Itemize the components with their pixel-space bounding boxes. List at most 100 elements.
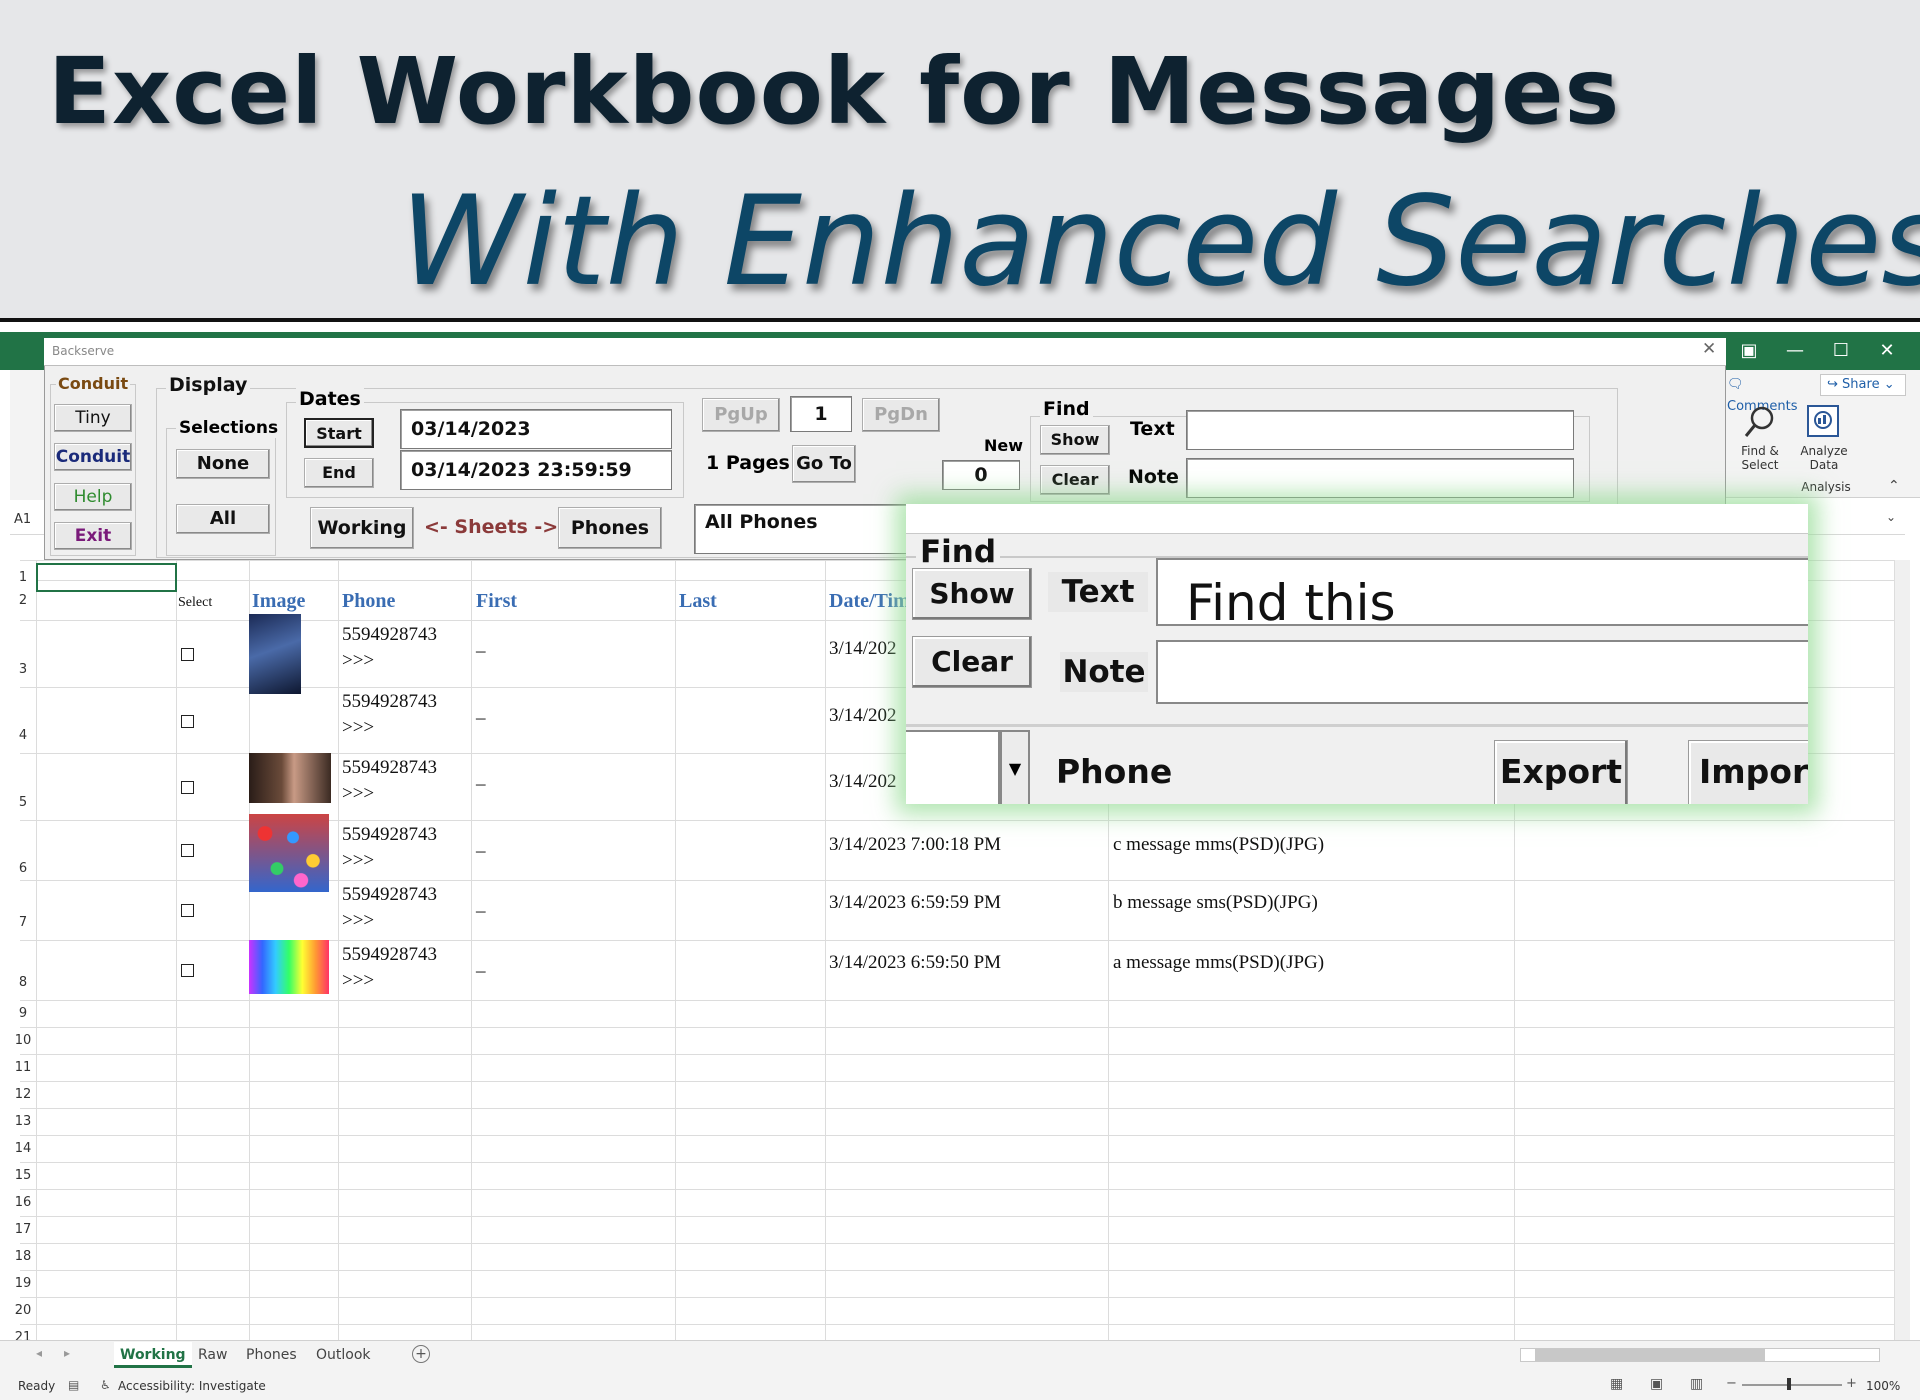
zoom-in-icon[interactable]: +	[1846, 1376, 1857, 1391]
phone-cell[interactable]: 5594928743	[342, 691, 437, 713]
phones-dropdown[interactable]: All Phones	[694, 504, 914, 554]
row-header[interactable]: 13	[10, 1114, 36, 1129]
row-header[interactable]: 7	[10, 915, 36, 930]
row-header[interactable]: 19	[10, 1276, 36, 1291]
message-thumbnail[interactable]	[249, 614, 301, 694]
select-checkbox[interactable]	[181, 715, 194, 728]
row-header[interactable]: 3	[10, 662, 36, 677]
name-box[interactable]: A1	[14, 509, 44, 531]
zoom-phone-dropdown[interactable]	[906, 730, 1000, 804]
row-header[interactable]: 5	[10, 795, 36, 810]
first-name-cell[interactable]: _	[476, 834, 486, 856]
expand-formula-icon[interactable]: ⌄	[1886, 510, 1896, 524]
datetime-cell[interactable]: 3/14/202	[829, 771, 897, 793]
zoom-import-button[interactable]: Import	[1688, 740, 1808, 804]
first-name-cell[interactable]: _	[476, 894, 486, 916]
zoom-slider[interactable]	[1742, 1384, 1842, 1386]
row-header[interactable]: 11	[10, 1060, 36, 1075]
message-thumbnail[interactable]	[249, 814, 329, 892]
page-up-button[interactable]: PgUp	[702, 398, 780, 432]
find-text-field[interactable]	[1186, 410, 1574, 450]
help-button[interactable]: Help	[54, 483, 132, 511]
first-name-cell[interactable]: _	[476, 767, 486, 789]
collapse-ribbon-icon[interactable]: ⌃	[1888, 478, 1900, 494]
datetime-cell[interactable]: 3/14/2023 6:59:50 PM	[829, 952, 1001, 974]
phones-sheet-button[interactable]: Phones	[558, 507, 662, 549]
ribbon-display-icon[interactable]: ▣	[1726, 332, 1772, 370]
tiny-button[interactable]: Tiny	[54, 404, 132, 432]
sheet-tab-raw[interactable]: Raw	[192, 1342, 233, 1368]
row-header[interactable]: 1	[10, 570, 36, 585]
row-header[interactable]: 15	[10, 1168, 36, 1183]
message-cell[interactable]: b message sms(PSD)(JPG)	[1113, 892, 1318, 914]
first-name-cell[interactable]: _	[476, 701, 486, 723]
select-checkbox[interactable]	[181, 781, 194, 794]
find-clear-button[interactable]: Clear	[1040, 465, 1110, 495]
sheet-tab-working[interactable]: Working	[114, 1342, 192, 1368]
zoom-note-field[interactable]	[1156, 640, 1808, 704]
datetime-cell[interactable]: 3/14/202	[829, 638, 897, 660]
datetime-cell[interactable]: 3/14/2023 7:00:18 PM	[829, 834, 1001, 856]
row-header[interactable]: 6	[10, 861, 36, 876]
sheet-tab-outlook[interactable]: Outlook	[310, 1342, 377, 1368]
phone-cell[interactable]: 5594928743	[342, 624, 437, 646]
phone-cell[interactable]: 5594928743	[342, 824, 437, 846]
accessibility-icon[interactable]: ♿	[100, 1378, 111, 1392]
scroll-thumb[interactable]	[1535, 1349, 1765, 1361]
sheet-tab-phones[interactable]: Phones	[240, 1342, 303, 1368]
macro-icon[interactable]: ▤	[68, 1378, 79, 1392]
select-none-button[interactable]: None	[176, 449, 270, 479]
minimize-icon[interactable]: —	[1772, 332, 1818, 370]
zoom-export-button[interactable]: Export	[1494, 740, 1628, 804]
select-checkbox[interactable]	[181, 648, 194, 661]
row-header[interactable]: 10	[10, 1033, 36, 1048]
horizontal-scrollbar[interactable]	[1520, 1348, 1880, 1362]
row-header[interactable]: 2	[10, 593, 36, 608]
row-header[interactable]: 14	[10, 1141, 36, 1156]
start-date-button[interactable]: Start	[304, 418, 374, 448]
end-date-button[interactable]: End	[304, 458, 374, 488]
row-header[interactable]: 4	[10, 728, 36, 743]
message-cell[interactable]: a message mms(PSD)(JPG)	[1113, 952, 1324, 974]
phone-cell[interactable]: 5594928743	[342, 944, 437, 966]
phone-cell[interactable]: 5594928743	[342, 757, 437, 779]
share-button[interactable]: ↪ Share ⌄	[1820, 374, 1906, 396]
row-header[interactable]: 20	[10, 1303, 36, 1318]
exit-button[interactable]: Exit	[54, 522, 132, 550]
close-window-icon[interactable]: ✕	[1864, 332, 1910, 370]
zoom-out-icon[interactable]: −	[1726, 1376, 1737, 1391]
row-header[interactable]: 12	[10, 1087, 36, 1102]
message-thumbnail[interactable]	[249, 753, 331, 803]
zoom-clear-button[interactable]: Clear	[912, 636, 1032, 688]
end-date-field[interactable]: 03/14/2023 23:59:59	[400, 450, 672, 490]
first-name-cell[interactable]: _	[476, 634, 486, 656]
zoom-slider-thumb[interactable]	[1787, 1378, 1791, 1390]
select-all-button[interactable]: All	[176, 504, 270, 534]
row-header[interactable]: 8	[10, 975, 36, 990]
zoom-show-button[interactable]: Show	[912, 568, 1032, 620]
add-sheet-icon[interactable]: +	[412, 1345, 430, 1363]
page-down-button[interactable]: PgDn	[862, 398, 940, 432]
zoom-dropdown-arrow-icon[interactable]: ▼	[1000, 730, 1030, 804]
page-layout-icon[interactable]: ▣	[1650, 1376, 1663, 1392]
zoom-level[interactable]: 100%	[1866, 1379, 1900, 1393]
row-header[interactable]: 17	[10, 1222, 36, 1237]
analyze-data-button[interactable]: Analyze Data	[1792, 404, 1856, 474]
row-header[interactable]: 16	[10, 1195, 36, 1210]
message-thumbnail[interactable]	[249, 940, 329, 994]
active-cell[interactable]	[36, 563, 177, 592]
working-sheet-button[interactable]: Working	[310, 507, 414, 549]
row-header[interactable]: 9	[10, 1006, 36, 1021]
conduit-button[interactable]: Conduit	[54, 443, 132, 471]
go-to-button[interactable]: Go To	[792, 445, 856, 483]
vertical-scrollbar[interactable]	[1894, 560, 1910, 1340]
comments-button[interactable]: 🗨 Comments	[1727, 374, 1811, 414]
select-checkbox[interactable]	[181, 964, 194, 977]
row-header[interactable]: 18	[10, 1249, 36, 1264]
start-date-field[interactable]: 03/14/2023	[400, 409, 672, 449]
tab-scroll-left-icon[interactable]: ◂	[36, 1346, 42, 1360]
accessibility-status[interactable]: Accessibility: Investigate	[118, 1379, 266, 1393]
datetime-cell[interactable]: 3/14/202	[829, 705, 897, 727]
find-show-button[interactable]: Show	[1040, 425, 1110, 455]
select-checkbox[interactable]	[181, 904, 194, 917]
